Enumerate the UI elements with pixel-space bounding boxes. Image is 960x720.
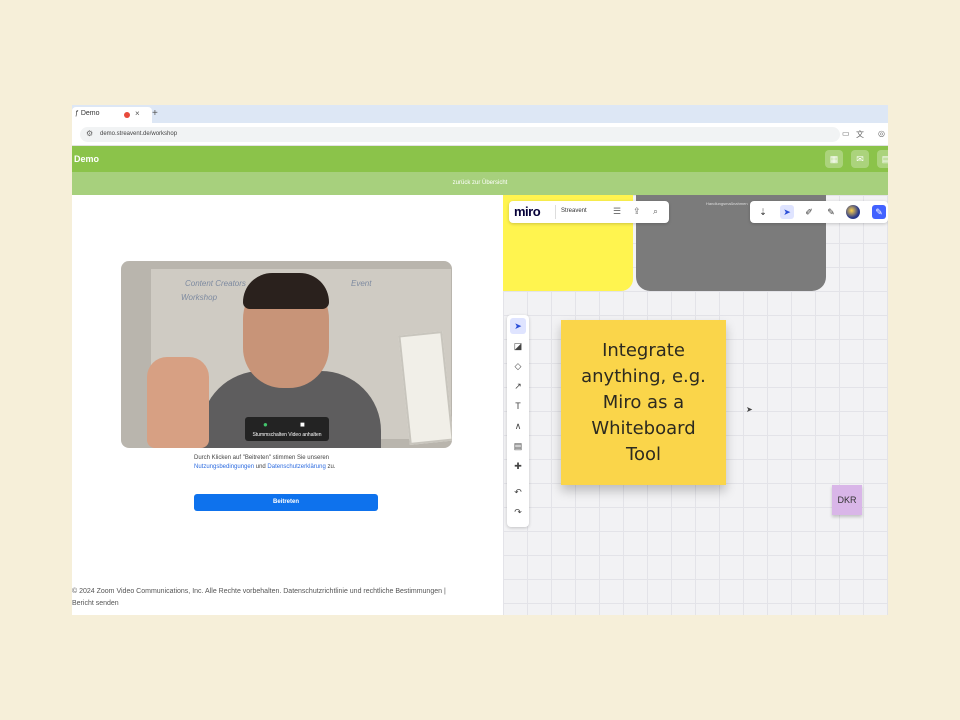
video-preview: Content Creators Workshop Event ● ■ Stum…: [121, 261, 452, 448]
comment-icon[interactable]: ✎: [824, 205, 838, 219]
tab-title: ƒ Demo: [75, 110, 100, 117]
terms-end: zu.: [327, 464, 336, 470]
miro-board[interactable]: Handlungsmaßnahmen miro Streavent ☰ ⇪ ⌕ …: [503, 195, 888, 615]
report-link[interactable]: Bericht senden: [72, 598, 502, 610]
recording-icon: [124, 112, 130, 118]
browser-tab[interactable]: ƒ Demo ×: [72, 107, 152, 123]
board-name[interactable]: Streavent: [561, 208, 587, 214]
reaction-icon[interactable]: ✐: [802, 205, 816, 219]
thumbs-up-hand: [147, 357, 209, 448]
miro-collab-toolbar: ⇣ ➤ ✐ ✎ ✎: [750, 201, 888, 223]
sticky-note[interactable]: Integrate anything, e.g. Miro as a White…: [561, 320, 726, 485]
site-info-icon[interactable]: ⚙: [86, 129, 93, 138]
add-icon[interactable]: ✚: [510, 458, 526, 474]
camera-icon[interactable]: ■: [300, 420, 305, 429]
search-icon[interactable]: ⌕: [653, 206, 658, 217]
url-text: demo.streavent.de/workshop: [100, 131, 178, 137]
tab-bar: ƒ Demo × +: [72, 105, 888, 123]
terms-text: Durch Klicken auf "Beitreten" stimmen Si…: [194, 454, 414, 472]
chat-icon[interactable]: ✉: [851, 150, 869, 168]
whiteboard-note: Workshop: [181, 293, 218, 302]
sticky-note-tool-icon[interactable]: ◪: [510, 338, 526, 354]
video-controls-label: Stummschalten Video anhalten: [252, 432, 322, 438]
menu-icon[interactable]: ☰: [613, 206, 621, 217]
terms-of-use-link[interactable]: Nutzungsbedingungen: [194, 464, 254, 470]
select-icon[interactable]: ➤: [780, 205, 794, 219]
whiteboard-note: Content Creators: [185, 279, 246, 288]
microphone-icon[interactable]: ●: [263, 420, 268, 429]
more-icon[interactable]: ⇣: [756, 205, 770, 219]
frame-tool-icon[interactable]: ▤: [510, 438, 526, 454]
footer: © 2024 Zoom Video Communications, Inc. A…: [72, 586, 502, 610]
pen-tool-icon[interactable]: ∧: [510, 418, 526, 434]
divider: [555, 205, 556, 219]
avatar[interactable]: [846, 205, 860, 219]
cast-icon[interactable]: ▭: [842, 129, 850, 138]
address-bar-row: demo.streavent.de/workshop ⚙ ▭ 文 ◎: [72, 123, 888, 146]
miro-logo[interactable]: miro: [514, 204, 541, 219]
redo-icon[interactable]: ↷: [510, 504, 526, 520]
app-header: Demo ▦ ✉ ▤: [72, 146, 888, 172]
copyright-text: © 2024 Zoom Video Communications, Inc. A…: [72, 588, 446, 595]
undo-icon[interactable]: ↶: [510, 484, 526, 500]
text-tool-icon[interactable]: T: [510, 398, 526, 414]
zoom-join-pane: Content Creators Workshop Event ● ■ Stum…: [72, 195, 503, 615]
terms-and: und: [255, 464, 266, 470]
video-controls: ● ■ Stummschalten Video anhalten: [245, 417, 329, 441]
connector-tool-icon[interactable]: ↗: [510, 378, 526, 394]
miro-top-bar: miro Streavent ☰ ⇪ ⌕: [509, 201, 669, 223]
browser-window: ƒ Demo × + demo.streavent.de/workshop ⚙ …: [72, 105, 888, 615]
profile-icon[interactable]: ◎: [878, 129, 885, 138]
select-tool-icon[interactable]: ➤: [510, 318, 526, 334]
small-sticky-note[interactable]: DKR: [832, 485, 862, 515]
new-tab-button[interactable]: +: [152, 108, 158, 119]
mouse-cursor-icon: ➤: [746, 405, 753, 414]
privacy-link[interactable]: Datenschutzerklärung: [267, 464, 325, 470]
terms-intro: Durch Klicken auf "Beitreten" stimmen Si…: [194, 455, 329, 461]
export-icon[interactable]: ⇪: [633, 206, 641, 217]
back-link[interactable]: zurück zur Übersicht: [72, 172, 888, 195]
folder-icon[interactable]: ▤: [877, 150, 888, 168]
share-icon[interactable]: ✎: [872, 205, 886, 219]
person-hair: [243, 273, 329, 309]
frame-label: Handlungsmaßnahmen: [706, 201, 748, 206]
address-bar[interactable]: demo.streavent.de/workshop: [80, 127, 840, 142]
miro-tools-toolbar: ➤ ◪ ◇ ↗ T ∧ ▤ ✚ ↶ ↷: [507, 315, 529, 527]
translate-icon[interactable]: 文: [856, 129, 864, 140]
calendar-icon[interactable]: ▦: [825, 150, 843, 168]
join-button[interactable]: Beitreten: [194, 494, 378, 511]
close-tab-icon[interactable]: ×: [135, 109, 140, 118]
shapes-tool-icon[interactable]: ◇: [510, 358, 526, 374]
app-title: Demo: [74, 154, 100, 164]
whiteboard-note: Event: [351, 279, 372, 288]
